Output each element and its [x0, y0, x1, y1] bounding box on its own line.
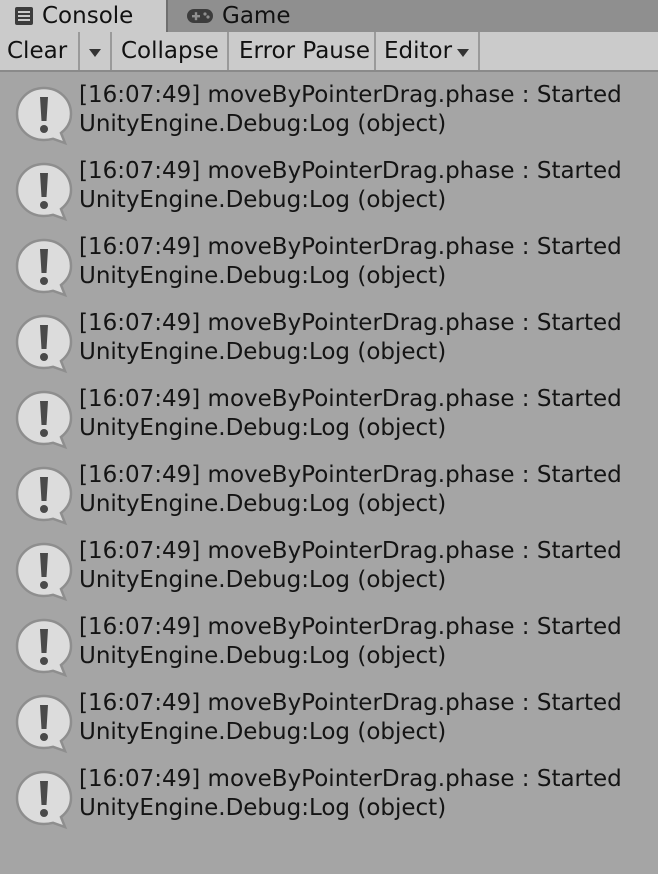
info-message-icon — [13, 464, 75, 526]
log-source: UnityEngine.Debug:Log (object) — [79, 567, 447, 593]
gamepad-icon — [186, 7, 214, 25]
log-entry[interactable]: [16:07:49] moveByPointerDrag.phase : Sta… — [0, 376, 658, 452]
info-message-icon — [13, 540, 75, 602]
log-entry[interactable]: [16:07:49] moveByPointerDrag.phase : Sta… — [0, 528, 658, 604]
info-message-icon — [13, 160, 75, 222]
log-entry[interactable]: [16:07:49] moveByPointerDrag.phase : Sta… — [0, 680, 658, 756]
tab-bar: Console Game — [0, 0, 658, 32]
console-icon — [14, 6, 34, 26]
error-pause-toggle-label: Error Pause — [239, 38, 371, 64]
log-source: UnityEngine.Debug:Log (object) — [79, 795, 447, 821]
collapse-toggle[interactable]: Collapse — [112, 32, 229, 70]
log-entry[interactable]: [16:07:49] moveByPointerDrag.phase : Sta… — [0, 452, 658, 528]
info-message-icon — [13, 84, 75, 146]
log-source: UnityEngine.Debug:Log (object) — [79, 415, 447, 441]
log-entry[interactable]: [16:07:49] moveByPointerDrag.phase : Sta… — [0, 756, 658, 832]
clear-button[interactable]: Clear — [0, 32, 80, 70]
log-message: [16:07:49] moveByPointerDrag.phase : Sta… — [79, 234, 622, 260]
info-message-icon — [13, 312, 75, 374]
log-source: UnityEngine.Debug:Log (object) — [79, 339, 447, 365]
tab-game-label: Game — [222, 3, 291, 29]
tab-console[interactable]: Console — [0, 0, 168, 32]
editor-dropdown-label: Editor — [384, 38, 453, 64]
tab-game[interactable]: Game — [170, 0, 320, 32]
log-entry[interactable]: [16:07:49] moveByPointerDrag.phase : Sta… — [0, 604, 658, 680]
console-toolbar: Clear Collapse Error Pause Editor — [0, 32, 658, 72]
info-message-icon — [13, 768, 75, 830]
log-entry[interactable]: [16:07:49] moveByPointerDrag.phase : Sta… — [0, 300, 658, 376]
log-entry[interactable]: [16:07:49] moveByPointerDrag.phase : Sta… — [0, 148, 658, 224]
info-message-icon — [13, 388, 75, 450]
log-source: UnityEngine.Debug:Log (object) — [79, 491, 447, 517]
log-message: [16:07:49] moveByPointerDrag.phase : Sta… — [79, 766, 622, 792]
collapse-toggle-label: Collapse — [121, 38, 219, 64]
log-source: UnityEngine.Debug:Log (object) — [79, 643, 447, 669]
info-message-icon — [13, 692, 75, 754]
log-message: [16:07:49] moveByPointerDrag.phase : Sta… — [79, 614, 622, 640]
editor-dropdown[interactable]: Editor — [376, 32, 480, 70]
error-pause-toggle[interactable]: Error Pause — [229, 32, 376, 70]
log-message: [16:07:49] moveByPointerDrag.phase : Sta… — [79, 462, 622, 488]
clear-button-label: Clear — [7, 38, 68, 64]
log-source: UnityEngine.Debug:Log (object) — [79, 719, 447, 745]
info-message-icon — [13, 236, 75, 298]
log-entry[interactable]: [16:07:49] moveByPointerDrag.phase : Sta… — [0, 72, 658, 148]
log-source: UnityEngine.Debug:Log (object) — [79, 111, 447, 137]
log-source: UnityEngine.Debug:Log (object) — [79, 263, 447, 289]
log-message: [16:07:49] moveByPointerDrag.phase : Sta… — [79, 538, 622, 564]
log-entry[interactable]: [16:07:49] moveByPointerDrag.phase : Sta… — [0, 224, 658, 300]
clear-options-dropdown[interactable] — [80, 32, 112, 70]
tab-console-label: Console — [42, 3, 134, 29]
log-message: [16:07:49] moveByPointerDrag.phase : Sta… — [79, 386, 622, 412]
log-message: [16:07:49] moveByPointerDrag.phase : Sta… — [79, 82, 622, 108]
console-window: Console Game Clear Collapse Error Pause … — [0, 0, 658, 874]
chevron-down-icon — [456, 38, 470, 64]
info-message-icon — [13, 616, 75, 678]
log-source: UnityEngine.Debug:Log (object) — [79, 187, 447, 213]
log-message: [16:07:49] moveByPointerDrag.phase : Sta… — [79, 158, 622, 184]
log-message: [16:07:49] moveByPointerDrag.phase : Sta… — [79, 310, 622, 336]
log-list[interactable]: [16:07:49] moveByPointerDrag.phase : Sta… — [0, 72, 658, 874]
chevron-down-icon — [88, 38, 102, 64]
log-message: [16:07:49] moveByPointerDrag.phase : Sta… — [79, 690, 622, 716]
